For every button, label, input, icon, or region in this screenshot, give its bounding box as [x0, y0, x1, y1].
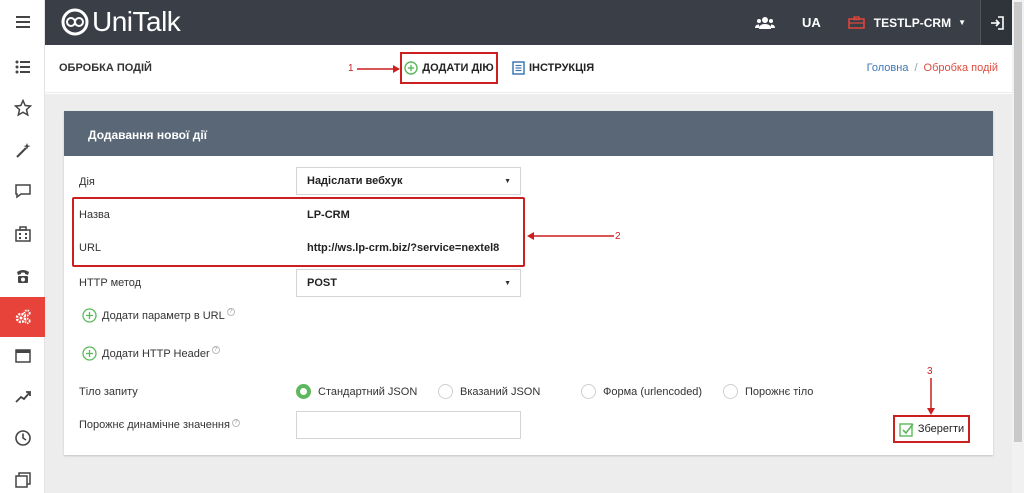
add-http-header-label: Додати HTTP Header: [102, 347, 210, 360]
logo-bubble-icon: [61, 8, 89, 36]
breadcrumb: Головна / Обробка подій: [867, 62, 998, 74]
list-icon: [15, 60, 30, 74]
chevron-down-icon: ▼: [958, 18, 966, 27]
window-icon: [14, 349, 31, 363]
add-url-param-label: Додати параметр в URL: [102, 309, 225, 322]
chevron-down-icon: ▼: [504, 280, 511, 287]
annotation-box-2: [72, 197, 525, 267]
add-action-button[interactable]: ДОДАТИ ДІЮ: [400, 52, 498, 84]
scrollbar-thumb[interactable]: [1014, 2, 1022, 442]
page-scrollbar[interactable]: [1012, 0, 1024, 493]
save-button[interactable]: Зберегти: [893, 415, 970, 443]
sidebar-item-telephony[interactable]: [0, 256, 45, 296]
unitalk-logo[interactable]: UniTalk: [60, 6, 181, 38]
panel-title: Додавання нової дії: [64, 111, 993, 156]
breadcrumb-separator: /: [914, 62, 918, 74]
sidebar-item-copy[interactable]: [0, 460, 45, 493]
instruction-link[interactable]: ІНСТРУКЦІЯ: [512, 61, 594, 75]
radio-empty-body-label: Порожнє тіло: [745, 385, 814, 398]
page-title: ОБРОБКА ПОДІЙ: [59, 62, 152, 74]
chevron-down-icon: ▼: [504, 178, 511, 185]
radio-unchecked-icon: [438, 384, 453, 399]
logout-button[interactable]: [980, 0, 1012, 45]
empty-dynamic-value-label: Порожнє динамічне значення?: [79, 419, 240, 431]
clock-icon: [14, 430, 31, 446]
add-action-panel: Додавання нової дії: [64, 111, 993, 455]
http-method-value: POST: [307, 277, 337, 289]
sidebar-item-window[interactable]: [0, 336, 45, 376]
users-icon: [754, 16, 775, 29]
topbar-right: UA TESTLP-CRM ▼: [754, 0, 1012, 45]
annotation-arrow-2: [527, 232, 614, 240]
sign-out-icon: [990, 15, 1004, 30]
plus-circle-icon: [82, 346, 97, 361]
sidebar-item-event-processing[interactable]: [0, 297, 45, 337]
breadcrumb-home-link[interactable]: Головна: [867, 62, 909, 74]
check-square-icon: [899, 422, 914, 437]
sidebar-item-company[interactable]: [0, 214, 45, 254]
radio-custom-json[interactable]: Вказаний JSON: [438, 384, 540, 399]
annotation-number-2: 2: [615, 231, 621, 242]
company-dropdown[interactable]: TESTLP-CRM ▼: [848, 16, 966, 30]
plus-circle-icon: [404, 61, 418, 75]
company-name: TESTLP-CRM: [873, 15, 952, 30]
help-icon[interactable]: ?: [211, 345, 220, 354]
instruction-label: ІНСТРУКЦІЯ: [529, 62, 595, 74]
http-method-select[interactable]: POST ▼: [296, 269, 521, 297]
annotation-arrow-3: [927, 378, 935, 415]
action-select[interactable]: Надіслати вебхук ▼: [296, 167, 521, 195]
action-select-value: Надіслати вебхук: [307, 175, 403, 187]
breadcrumb-current: Обробка подій: [923, 62, 998, 74]
radio-standard-json-label: Стандартний JSON: [318, 385, 418, 398]
menu-icon: [15, 16, 30, 28]
request-body-label: Тіло запиту: [79, 386, 138, 398]
chat-icon: [14, 184, 31, 199]
sidebar-item-list[interactable]: [0, 47, 45, 87]
left-sidebar: [0, 0, 45, 493]
radio-empty-body[interactable]: Порожнє тіло: [723, 384, 813, 399]
menu-toggle-button[interactable]: [0, 2, 45, 42]
radio-form-urlencoded[interactable]: Форма (urlencoded): [581, 384, 702, 399]
add-action-label: ДОДАТИ ДІЮ: [422, 62, 494, 74]
star-icon: [13, 99, 32, 117]
empty-dynamic-value-text: Порожнє динамічне значення: [79, 419, 230, 431]
phone-icon: [16, 270, 29, 283]
top-navbar: UniTalk UA TESTLP-CRM ▼: [45, 0, 1012, 45]
sidebar-item-wizard[interactable]: [0, 130, 45, 170]
trend-icon: [14, 391, 31, 403]
save-label: Зберегти: [917, 423, 965, 435]
briefcase-icon: [848, 16, 865, 29]
help-icon[interactable]: ?: [226, 307, 235, 316]
radio-checked-icon: [296, 384, 311, 399]
logo-text: UniTalk: [92, 6, 181, 37]
gears-icon: [15, 309, 31, 325]
sidebar-item-chat[interactable]: [0, 171, 45, 211]
annotation-number-1: 1: [348, 63, 354, 74]
users-button[interactable]: [754, 16, 775, 30]
radio-unchecked-icon: [723, 384, 738, 399]
radio-custom-json-label: Вказаний JSON: [460, 385, 541, 398]
document-icon: [512, 61, 525, 75]
add-url-param-link[interactable]: Додати параметр в URL ?: [82, 307, 235, 323]
add-http-header-link[interactable]: Додати HTTP Header ?: [82, 345, 220, 361]
building-icon: [14, 226, 31, 242]
page-subheader: ОБРОБКА ПОДІЙ ДОДАТИ ДІЮ ІНСТРУКЦІЯ Голо…: [45, 45, 1012, 93]
empty-dynamic-value-input[interactable]: [296, 411, 521, 439]
language-switcher[interactable]: UA: [802, 15, 821, 30]
radio-unchecked-icon: [581, 384, 596, 399]
sidebar-item-favorites[interactable]: [0, 88, 45, 128]
help-icon[interactable]: ?: [231, 419, 240, 427]
radio-form-urlencoded-label: Форма (urlencoded): [603, 385, 703, 398]
magic-wand-icon: [15, 143, 30, 158]
annotation-arrow-1: [357, 65, 400, 73]
plus-circle-icon: [82, 308, 97, 323]
sidebar-item-history[interactable]: [0, 418, 45, 458]
radio-standard-json[interactable]: Стандартний JSON: [296, 384, 417, 399]
sidebar-item-statistics[interactable]: [0, 377, 45, 417]
copy-icon: [14, 472, 31, 488]
app-root: UniTalk UA TESTLP-CRM ▼ ОБРОБКА ПОДІЙ ДО…: [0, 0, 1024, 493]
http-method-label: HTTP метод: [79, 277, 142, 289]
annotation-number-3: 3: [927, 366, 933, 377]
action-label: Дія: [79, 176, 95, 188]
